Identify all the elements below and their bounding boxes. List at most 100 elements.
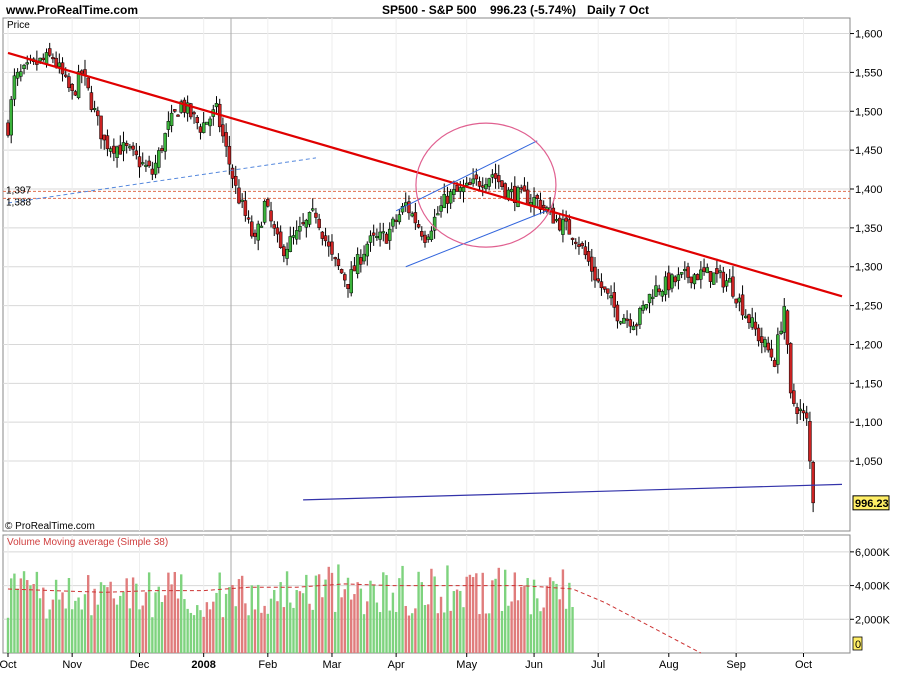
volume-bar [279, 582, 282, 653]
candle-body [480, 185, 485, 188]
volume-bar [314, 575, 318, 653]
candle-body [532, 197, 536, 206]
volume-bar [520, 586, 523, 653]
candle-body [192, 112, 196, 115]
candle-body [336, 258, 341, 267]
x-tick-label: Aug [659, 659, 679, 671]
candle-body [330, 241, 334, 255]
candle-body [25, 62, 29, 65]
candle-body [157, 150, 161, 168]
volume-bar [131, 577, 135, 653]
volume-bar [176, 598, 180, 653]
candle-body [378, 231, 382, 240]
volume-bar [369, 580, 372, 653]
volume-bar [484, 613, 488, 653]
volume-bar [170, 584, 173, 653]
candle-body [365, 243, 370, 257]
volume-bar [481, 572, 484, 653]
candle-body [86, 77, 90, 89]
candle-body [753, 321, 758, 330]
candle-body [343, 274, 347, 281]
price-panel-label: Price [7, 20, 30, 31]
volume-bar [70, 609, 74, 653]
volume-bar [224, 593, 228, 653]
candle-body [708, 271, 713, 282]
candle-body [618, 321, 623, 324]
volume-bar [385, 575, 388, 653]
volume-bar [568, 582, 571, 653]
candle-body [144, 164, 148, 167]
x-tick-label: Dec [130, 659, 150, 671]
candle-body [788, 343, 793, 394]
candle-body [160, 148, 164, 151]
candle-body [96, 110, 100, 117]
candle-body [413, 212, 418, 224]
volume-bar [420, 582, 423, 653]
candle-body [304, 219, 309, 228]
candle-body [384, 233, 389, 244]
candle-body [214, 103, 219, 108]
candle-body [740, 294, 745, 316]
volume-bar [526, 577, 529, 653]
volume-bar [141, 605, 144, 653]
price-tick-label: 1,450 [855, 145, 883, 157]
volume-bar [67, 578, 71, 653]
volume-bar [491, 580, 494, 653]
volume-tick-label: 4,000K [855, 581, 891, 593]
candle-body [695, 274, 700, 281]
candle-body [381, 231, 386, 234]
volume-bar [266, 613, 270, 653]
candle-body [493, 173, 498, 179]
candle-body [9, 99, 13, 136]
volume-bar [471, 577, 475, 653]
volume-bar [122, 591, 125, 653]
volume-bar [157, 586, 160, 653]
volume-bar [38, 598, 42, 653]
volume-bar [427, 604, 430, 653]
volume-bar [507, 605, 510, 653]
candle-body [779, 330, 783, 334]
x-tick-label: Apr [388, 659, 405, 671]
volume-bar [391, 592, 395, 653]
candle-body [811, 461, 815, 504]
candle-body [250, 221, 254, 237]
x-tick-label: Jun [525, 659, 543, 671]
candle-body [577, 244, 581, 247]
candle-body [461, 186, 466, 193]
candle-body [131, 145, 135, 150]
volume-bar [244, 603, 247, 653]
site-name[interactable]: www.ProRealTime.com [5, 3, 138, 17]
candle-body [660, 291, 665, 297]
price-tick-label: 1,400 [855, 184, 883, 196]
volume-bar [311, 609, 314, 653]
candle-body [387, 228, 392, 241]
candle-body [641, 305, 645, 311]
candle-body [6, 122, 10, 136]
candle-body [134, 150, 139, 156]
price-tick-label: 1,200 [855, 339, 883, 351]
price-tick-label: 1,050 [855, 456, 883, 468]
candle-body [423, 234, 427, 243]
candle-body [760, 336, 764, 344]
x-tick-label: Feb [258, 659, 277, 671]
candle-body [333, 257, 337, 260]
volume-bar [410, 613, 414, 653]
volume-bar [276, 601, 279, 653]
candle-body [667, 272, 671, 291]
volume-bar [192, 615, 196, 653]
candle-body [715, 268, 719, 275]
candle-body [808, 421, 812, 462]
volume-bar [455, 589, 459, 653]
volume-bar [404, 605, 407, 653]
candle-body [205, 121, 209, 125]
candle-body [314, 212, 318, 218]
candle-body [766, 342, 770, 351]
candle-body [349, 269, 353, 294]
candle-body [67, 76, 71, 89]
candle-body [89, 92, 94, 110]
period-label: Daily 7 Oct [587, 3, 649, 17]
candle-body [163, 133, 167, 152]
candle-body [535, 195, 540, 199]
volume-bar [516, 600, 520, 653]
volume-bar [22, 571, 26, 653]
